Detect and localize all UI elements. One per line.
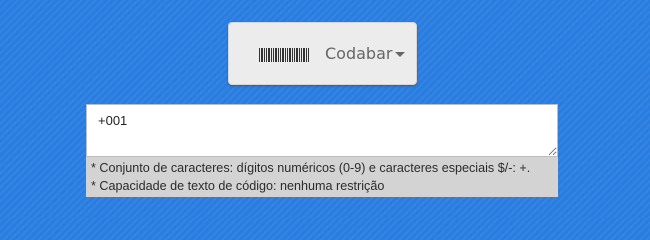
- barcode-icon: [259, 48, 309, 62]
- barcode-type-label: Codabar: [325, 44, 393, 63]
- charset-info-text: * Conjunto de caracteres: dígitos numéri…: [91, 161, 531, 175]
- capacity-info-text: * Capacidade de texto de código: nenhuma…: [91, 179, 385, 193]
- caret-down-icon: [395, 52, 405, 57]
- code-text-input[interactable]: +001: [86, 104, 558, 157]
- barcode-info-panel: * Conjunto de caracteres: dígitos numéri…: [86, 157, 558, 197]
- barcode-type-dropdown[interactable]: Codabar: [228, 22, 417, 85]
